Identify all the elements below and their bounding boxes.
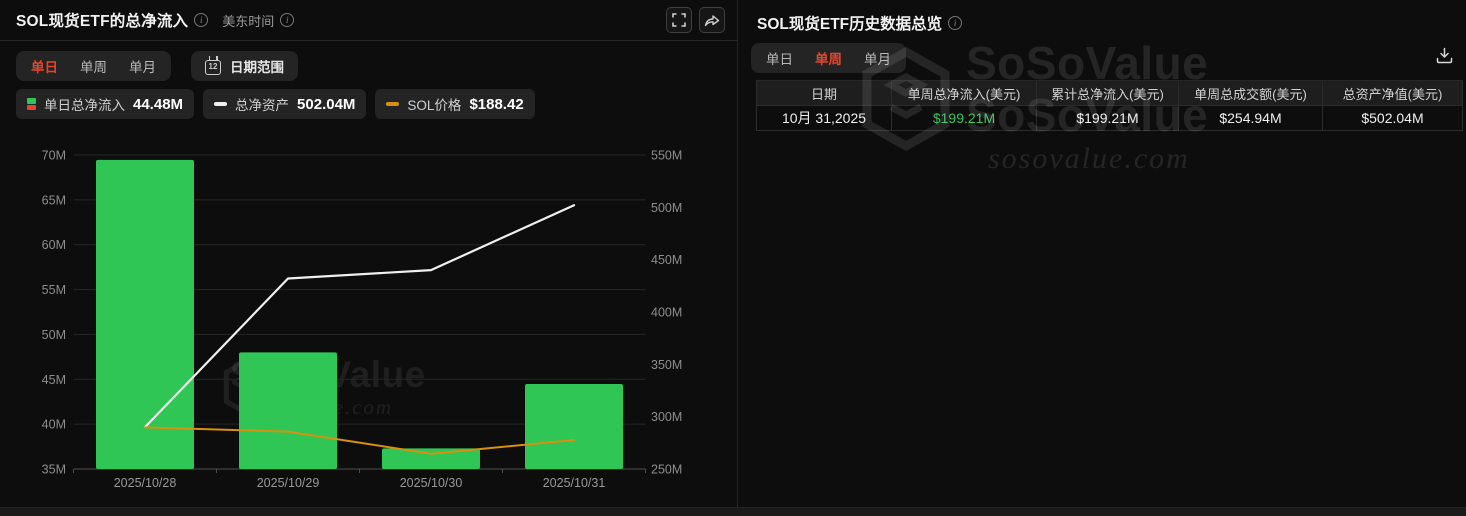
svg-text:2025/10/28: 2025/10/28 (114, 476, 177, 490)
history-table: 日期 单周总净流入(美元) 累计总净流入(美元) 单周总成交额(美元) 总资产净… (756, 80, 1463, 131)
chart-canvas[interactable]: 70M 65M 60M 55M 50M 45M 40M 35M 550M 500M 450M 400M… (0, 128, 737, 503)
bottom-scrollbar-track[interactable] (0, 507, 1466, 516)
history-panel-header: SOL现货ETF历史数据总览 i (757, 12, 963, 34)
svg-text:450M: 450M (651, 253, 682, 267)
share-icon (704, 13, 720, 27)
svg-text:500M: 500M (651, 201, 682, 215)
timezone-label: 美东时间 (222, 13, 275, 29)
svg-text:2025/10/30: 2025/10/30 (400, 476, 463, 490)
sosovalue-dashboard: SOL现货ETF的总净流入 i 美东时间 i 单日 单周 单月 12 日期范围 … (0, 0, 1466, 516)
history-panel: SOL现货ETF历史数据总览 i 单日 单周 单月 SoSoValue SoSo… (737, 0, 1466, 507)
legend-item-total-assets[interactable]: 总净资产 502.04M (203, 89, 367, 119)
line-swatch-icon (214, 102, 228, 106)
info-icon[interactable]: i (280, 13, 295, 27)
info-icon[interactable]: i (948, 16, 963, 30)
bar-swatch-icon (27, 98, 36, 110)
legend-value: $188.42 (469, 95, 524, 113)
tab-weekly[interactable]: 单周 (804, 44, 853, 72)
tab-daily[interactable]: 单日 (20, 52, 69, 80)
svg-text:55M: 55M (42, 283, 66, 297)
etf-flow-chart[interactable]: SoSoValue sosovalue.com SoSoValue sosova… (0, 128, 737, 503)
svg-text:350M: 350M (651, 358, 682, 372)
svg-text:35M: 35M (42, 463, 66, 477)
svg-text:550M: 550M (651, 149, 682, 163)
col-header-weekly-volume: 单周总成交额(美元) (1179, 81, 1323, 106)
svg-text:50M: 50M (42, 328, 66, 342)
history-controls: 单日 单周 单月 (751, 43, 906, 73)
date-range-label: 日期范围 (230, 60, 284, 75)
svg-text:60M: 60M (42, 238, 66, 252)
legend-item-sol-price[interactable]: SOL价格 $188.42 (375, 89, 535, 119)
col-header-date: 日期 (756, 81, 892, 106)
col-header-weekly-inflow: 单周总净流入(美元) (892, 81, 1037, 106)
svg-text:2025/10/31: 2025/10/31 (543, 476, 606, 490)
legend-value: 502.04M (297, 95, 356, 113)
svg-text:250M: 250M (651, 463, 682, 477)
calendar-icon: 12 (205, 55, 221, 75)
cell-date: 10月 31,2025 (756, 106, 892, 131)
history-period-tabs: 单日 单周 单月 (751, 43, 906, 73)
chart-title: SOL现货ETF的总净流入 (16, 13, 189, 30)
download-button[interactable] (1432, 46, 1456, 70)
history-title: SOL现货ETF历史数据总览 (757, 16, 943, 33)
svg-text:300M: 300M (651, 410, 682, 424)
share-button[interactable] (699, 7, 725, 33)
svg-text:45M: 45M (42, 373, 66, 387)
legend-value: 44.48M (133, 95, 184, 113)
tab-monthly[interactable]: 单月 (853, 44, 902, 72)
chart-panel-header: SOL现货ETF的总净流入 i 美东时间 i (0, 0, 737, 41)
cell-weekly-inflow: $199.21M (892, 106, 1037, 131)
col-header-cumulative-inflow: 累计总净流入(美元) (1037, 81, 1179, 106)
tab-weekly[interactable]: 单周 (69, 52, 118, 80)
tab-monthly[interactable]: 单月 (118, 52, 167, 80)
download-icon (1436, 47, 1453, 69)
svg-text:70M: 70M (42, 149, 66, 163)
expand-icon (672, 13, 686, 27)
svg-text:400M: 400M (651, 306, 682, 320)
col-header-total-net-assets: 总资产净值(美元) (1323, 81, 1463, 106)
svg-text:2025/10/29: 2025/10/29 (257, 476, 320, 490)
chart-legend: 单日总净流入 44.48M 总净资产 502.04M SOL价格 $188.42 (16, 89, 535, 119)
svg-text:65M: 65M (42, 193, 66, 207)
cell-weekly-volume: $254.94M (1179, 106, 1323, 131)
line-swatch-icon (386, 102, 400, 106)
tab-daily[interactable]: 单日 (755, 44, 804, 72)
svg-text:40M: 40M (42, 418, 66, 432)
info-icon[interactable]: i (194, 13, 209, 27)
date-range-button[interactable]: 12 日期范围 (191, 51, 298, 81)
legend-item-daily-inflow[interactable]: 单日总净流入 44.48M (16, 89, 195, 119)
chart-panel: SOL现货ETF的总净流入 i 美东时间 i 单日 单周 单月 12 日期范围 … (0, 0, 737, 507)
cell-cumulative-inflow: $199.21M (1037, 106, 1179, 131)
fullscreen-button[interactable] (666, 7, 692, 33)
cell-total-net-assets: $502.04M (1323, 106, 1463, 131)
chart-controls: 单日 单周 单月 12 日期范围 (16, 51, 298, 81)
chart-period-tabs: 单日 单周 单月 (16, 51, 171, 81)
